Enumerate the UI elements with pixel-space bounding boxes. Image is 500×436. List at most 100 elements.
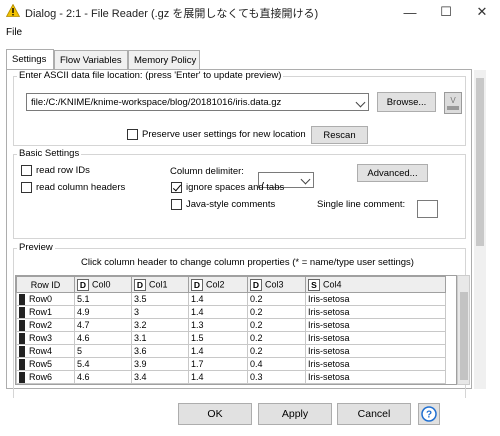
column-delimiter-label: Column delimiter: [170, 166, 244, 177]
close-button[interactable]: ✕ [464, 0, 500, 24]
table-cell: 0.2 [247, 331, 306, 345]
table-header-row: Row ID D Col0 D Col1 D Col2 D Col3 S Col4 [16, 276, 446, 293]
svg-text:?: ? [426, 410, 432, 421]
table-scrollbar-thumb[interactable] [460, 292, 468, 380]
column-header-row-id[interactable]: Row ID [16, 276, 75, 293]
window-title: Dialog - 2:1 - File Reader (.gz を展開しなくても… [25, 8, 319, 20]
row-id-cell: Row5 [16, 357, 75, 371]
table-cell: 3.1 [131, 331, 189, 345]
help-button[interactable]: ? [418, 403, 440, 425]
file-location-legend: Enter ASCII data file location: (press '… [17, 70, 284, 81]
chevron-down-icon[interactable] [300, 174, 311, 185]
apply-button[interactable]: Apply [258, 403, 332, 425]
file-location-combo[interactable]: file:/C:/KNIME/knime-workspace/blog/2018… [26, 93, 369, 111]
warning-icon [6, 4, 20, 17]
table-cell: 1.3 [188, 318, 248, 332]
table-cell: 3.2 [131, 318, 189, 332]
table-cell: 4.7 [74, 318, 132, 332]
dialog-scrollbar[interactable] [474, 70, 486, 389]
table-cell: Iris-setosa [305, 318, 446, 332]
table-cell: Iris-setosa [305, 344, 446, 358]
java-comments-checkbox[interactable] [171, 199, 182, 210]
advanced-button[interactable]: Advanced... [357, 164, 428, 182]
column-header-col0[interactable]: D Col0 [74, 276, 132, 293]
table-cell: 5.4 [74, 357, 132, 371]
table-cell: 1.5 [188, 331, 248, 345]
row-id-cell: Row2 [16, 318, 75, 332]
table-cell: 0.4 [247, 357, 306, 371]
preview-legend: Preview [17, 242, 55, 253]
table-row: Row0 5.1 3.5 1.4 0.2 Iris-setosa [16, 292, 446, 306]
preserve-settings-label: Preserve user settings for new location [142, 129, 306, 140]
read-column-headers-checkbox[interactable] [21, 182, 32, 193]
preserve-settings-checkbox[interactable] [127, 129, 138, 140]
table-cell: 3.5 [131, 292, 189, 306]
column-header-col1[interactable]: D Col1 [131, 276, 189, 293]
table-cell: 3.6 [131, 344, 189, 358]
maximize-button[interactable]: ☐ [428, 0, 464, 24]
table-cell: 1.4 [188, 292, 248, 306]
table-cell: 3.9 [131, 357, 189, 371]
chevron-down-icon[interactable] [355, 97, 366, 108]
flow-variable-icon[interactable]: V [444, 92, 462, 114]
browse-button[interactable]: Browse... [377, 92, 436, 112]
column-header-col2[interactable]: D Col2 [188, 276, 248, 293]
table-cell: Iris-setosa [305, 370, 446, 384]
table-cell: 5 [74, 344, 132, 358]
table-cell: 4.6 [74, 331, 132, 345]
table-cell: 0.2 [247, 292, 306, 306]
table-cell: 4.6 [74, 370, 132, 384]
file-location-group: Enter ASCII data file location: (press '… [13, 70, 466, 146]
table-row: Row6 4.6 3.4 1.4 0.3 Iris-setosa [16, 370, 446, 384]
cancel-button[interactable]: Cancel [337, 403, 411, 425]
table-cell: Iris-setosa [305, 357, 446, 371]
type-badge: D [191, 278, 203, 291]
table-cell: 1.4 [188, 370, 248, 384]
table-cell: 1.7 [188, 357, 248, 371]
row-id-cell: Row3 [16, 331, 75, 345]
table-cell: 0.2 [247, 318, 306, 332]
table-cell: 0.2 [247, 305, 306, 319]
table-row: Row5 5.4 3.9 1.7 0.4 Iris-setosa [16, 357, 446, 371]
settings-pane: Enter ASCII data file location: (press '… [6, 69, 472, 398]
table-cell: 0.2 [247, 344, 306, 358]
tab-memory-policy[interactable]: Memory Policy [128, 50, 200, 69]
dialog-scrollbar-thumb[interactable] [476, 78, 484, 246]
menu-file[interactable]: File [6, 27, 22, 38]
ignore-spaces-checkbox[interactable] [171, 182, 182, 193]
minimize-button[interactable]: — [392, 0, 428, 24]
type-badge: S [308, 278, 320, 291]
column-header-col3[interactable]: D Col3 [247, 276, 306, 293]
row-id-cell: Row4 [16, 344, 75, 358]
type-badge: D [250, 278, 262, 291]
file-location-value: file:/C:/KNIME/knime-workspace/blog/2018… [31, 97, 282, 108]
table-cell: Iris-setosa [305, 305, 446, 319]
single-line-comment-input[interactable] [417, 200, 438, 218]
table-row: Row1 4.9 3 1.4 0.2 Iris-setosa [16, 305, 446, 319]
basic-settings-legend: Basic Settings [17, 148, 82, 159]
table-cell: 1.4 [188, 305, 248, 319]
preview-hint: Click column header to change column pro… [81, 257, 414, 268]
table-cell: 3.4 [131, 370, 189, 384]
table-cell: 3 [131, 305, 189, 319]
row-id-cell: Row1 [16, 305, 75, 319]
svg-text:V: V [450, 96, 456, 105]
ok-button[interactable]: OK [178, 403, 252, 425]
read-column-headers-label: read column headers [36, 182, 126, 193]
preview-table-container: Row ID D Col0 D Col1 D Col2 D Col3 S Col4 Row… [15, 275, 457, 385]
table-cell: Iris-setosa [305, 331, 446, 345]
type-badge: D [134, 278, 146, 291]
tab-settings[interactable]: Settings [6, 49, 54, 69]
read-row-ids-checkbox[interactable] [21, 165, 32, 176]
table-row: Row2 4.7 3.2 1.3 0.2 Iris-setosa [16, 318, 446, 332]
tab-flow-variables[interactable]: Flow Variables [54, 50, 128, 69]
table-scrollbar[interactable] [457, 275, 470, 385]
rescan-button[interactable]: Rescan [311, 126, 368, 144]
java-comments-label: Java-style comments [186, 199, 276, 210]
help-icon: ? [421, 406, 437, 422]
table-row: Row4 5 3.6 1.4 0.2 Iris-setosa [16, 344, 446, 358]
row-id-cell: Row6 [16, 370, 75, 384]
table-cell: 1.4 [188, 344, 248, 358]
column-header-col4[interactable]: S Col4 [305, 276, 446, 293]
table-cell: Iris-setosa [305, 292, 446, 306]
